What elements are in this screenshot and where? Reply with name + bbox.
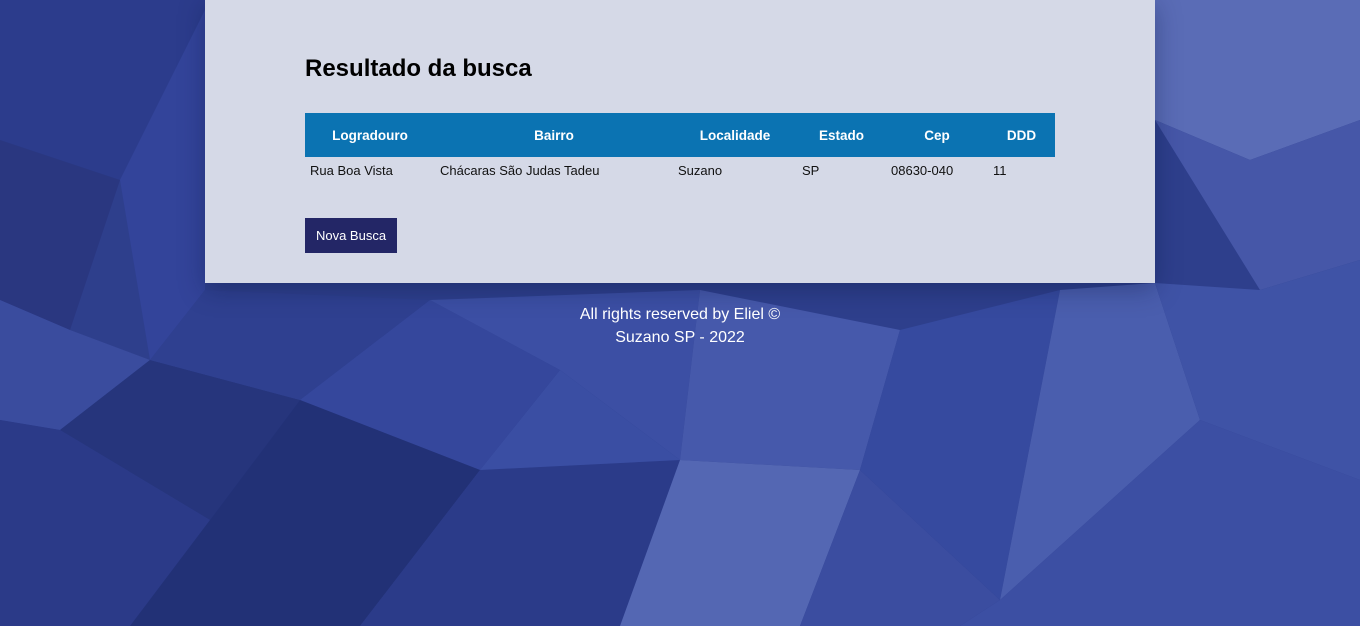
cell-cep: 08630-040	[891, 163, 954, 178]
cell-estado: SP	[802, 163, 820, 178]
footer: All rights reserved by Eliel © Suzano SP…	[0, 303, 1360, 349]
table-row: Rua Boa Vista Chácaras São Judas Tadeu S…	[305, 157, 1055, 184]
header-cep: Cep	[924, 127, 950, 143]
header-ddd: DDD	[1006, 127, 1037, 143]
table-header-row: Logradouro Bairro Localidade Estado Cep …	[305, 113, 1055, 157]
new-search-button[interactable]: Nova Busca	[305, 218, 397, 253]
cell-bairro: Chácaras São Judas Tadeu	[440, 163, 600, 178]
footer-copyright: All rights reserved by Eliel ©	[579, 306, 781, 323]
header-localidade: Localidade	[699, 127, 771, 143]
header-logradouro: Logradouro	[332, 127, 408, 143]
cell-ddd: 11	[993, 163, 1007, 178]
results-table: Logradouro Bairro Localidade Estado Cep …	[305, 113, 1055, 184]
header-bairro: Bairro	[534, 127, 574, 143]
cell-logradouro: Rua Boa Vista	[310, 163, 393, 178]
header-estado: Estado	[818, 127, 864, 143]
result-card: Resultado da busca Logradouro Bairro Loc…	[205, 0, 1155, 283]
page-title: Resultado da busca	[305, 55, 532, 82]
cell-localidade: Suzano	[678, 163, 723, 178]
footer-location-year: Suzano SP - 2022	[615, 329, 745, 346]
